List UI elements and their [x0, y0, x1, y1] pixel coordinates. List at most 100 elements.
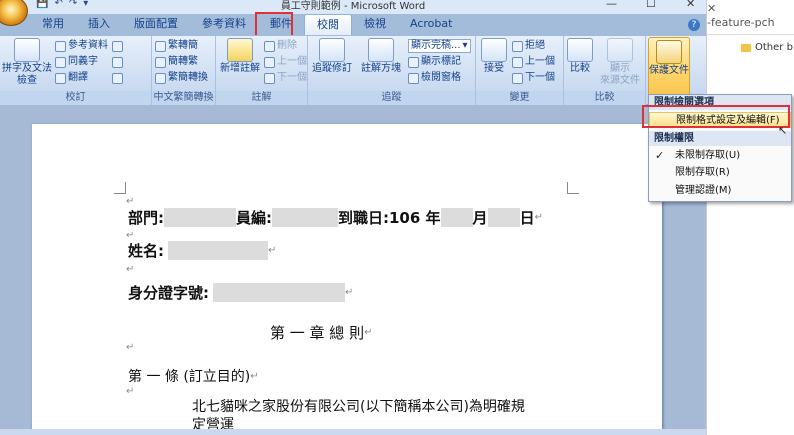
- body-text: 北七貓咪之家股份有限公司(以下簡稱本公司)為明確規: [192, 396, 525, 416]
- show-markup-button[interactable]: 顯示標記: [408, 55, 461, 69]
- prev-comment-icon: [264, 56, 275, 68]
- title-bar: 員工守則範例 - Microsoft Word 💾 ↶ ↷ ▾ — ☐ ✕: [0, 0, 706, 14]
- research-icon: [55, 40, 66, 52]
- delete-comment-button[interactable]: 刪除: [264, 39, 297, 53]
- customize-qat-icon[interactable]: ▾: [83, 0, 88, 9]
- minimize-icon[interactable]: —: [606, 0, 617, 10]
- undo-icon[interactable]: ↶: [54, 0, 62, 9]
- bookmark-other[interactable]: Other b: [741, 42, 793, 53]
- new-comment-icon: [227, 38, 253, 62]
- menu-header-restrict-permission: 限制權限: [649, 131, 791, 146]
- paragraph-mark: ↵: [345, 287, 354, 298]
- compare-button[interactable]: 比較: [566, 38, 594, 75]
- lock-document-icon: [656, 40, 682, 64]
- id-number-label: 身分證字號:: [128, 284, 209, 302]
- track-changes-icon: [319, 38, 345, 62]
- paragraph-mark: ↵: [126, 386, 135, 397]
- save-icon[interactable]: 💾: [36, 0, 48, 9]
- next-change-button[interactable]: 下一個: [512, 71, 555, 85]
- tab-page-layout[interactable]: 版面配置: [122, 14, 190, 35]
- browser-url-text[interactable]: -feature-pch: [707, 16, 775, 29]
- paragraph-mark: ↵: [250, 370, 259, 382]
- background-browser: ✕ -feature-pch Other b: [706, 0, 794, 435]
- reject-icon: [512, 40, 523, 52]
- set-language-button[interactable]: [112, 71, 123, 85]
- language-button[interactable]: [112, 55, 123, 69]
- paragraph-mark: ↵: [126, 264, 135, 275]
- crop-mark: [114, 182, 126, 194]
- menu-item-manage-credentials[interactable]: 管理認證(M): [649, 183, 791, 199]
- simp-to-trad-icon: [155, 56, 166, 68]
- redacted-field: [440, 208, 473, 227]
- hire-date-label: 到職日:: [338, 209, 389, 227]
- tab-home[interactable]: 常用: [30, 14, 76, 35]
- menu-item-restricted[interactable]: 限制存取(R): [649, 165, 791, 181]
- mouse-cursor-icon: ↖: [778, 124, 788, 137]
- tab-view[interactable]: 檢視: [352, 14, 398, 35]
- article-text: 第 一 條 (訂立目的): [128, 369, 251, 385]
- office-button[interactable]: [0, 0, 28, 26]
- balloons-button[interactable]: 註解方塊: [356, 38, 406, 75]
- trad-to-simp-button[interactable]: 繁轉簡: [155, 39, 198, 53]
- dept-label: 部門:: [128, 209, 164, 227]
- document-page[interactable]: ↵ 部門: 員編: 到職日: 106 年 月 日 ↵ ↵ 姓名: ↵ ↵ 身分證…: [32, 124, 662, 429]
- paragraph-mark: ↵: [534, 212, 543, 223]
- paragraph-mark: ↵: [268, 245, 277, 256]
- reject-button[interactable]: 拒絕: [512, 39, 545, 53]
- next-change-icon: [512, 72, 523, 84]
- emp-id-label: 員編:: [236, 209, 272, 227]
- word-count-icon: [112, 40, 123, 52]
- word-count-button[interactable]: [112, 39, 123, 53]
- reviewing-pane-icon: [408, 72, 419, 84]
- tab-references[interactable]: 參考資料: [190, 14, 258, 35]
- tab-acrobat[interactable]: Acrobat: [398, 14, 464, 35]
- close-icon[interactable]: ✕: [686, 0, 695, 10]
- convert-icon: [155, 72, 166, 84]
- day-label: 日: [519, 209, 535, 227]
- chapter-heading: 第 一 章 總 則 ↵: [270, 322, 372, 343]
- year-label: 106 年: [389, 209, 441, 227]
- redo-icon[interactable]: ↷: [69, 0, 77, 9]
- tab-review[interactable]: 校閱: [304, 14, 352, 35]
- next-comment-button[interactable]: 下一個: [264, 71, 307, 85]
- review-tab-highlight: [255, 12, 293, 37]
- reviewing-pane-button[interactable]: 檢閱窗格: [408, 71, 461, 85]
- spellcheck-icon: [14, 38, 40, 62]
- accept-icon: [481, 38, 507, 62]
- redacted-field: [272, 208, 338, 227]
- doc-line-name: 姓名: ↵: [128, 240, 276, 261]
- help-icon[interactable]: ?: [688, 19, 700, 31]
- research-button[interactable]: 參考資料: [55, 39, 108, 53]
- prev-comment-button[interactable]: 上一個: [264, 55, 307, 69]
- group-label-changes: 變更: [476, 91, 563, 105]
- menu-item-highlight: [642, 105, 790, 128]
- simp-to-trad-button[interactable]: 簡轉繁: [155, 55, 198, 69]
- spelling-button[interactable]: 拼字及文法 檢查: [2, 38, 52, 87]
- group-compare: 比較 顯示 來源文件 比較: [564, 36, 646, 105]
- menu-item-unrestricted[interactable]: ✓ 未限制存取(U): [649, 148, 791, 164]
- show-source-icon: [607, 38, 633, 62]
- body-text-line1: 北七貓咪之家股份有限公司(以下簡稱本公司)為明確規: [192, 399, 525, 415]
- month-label: 月: [472, 209, 488, 227]
- convert-button[interactable]: 繁簡轉換: [155, 71, 208, 85]
- translate-button[interactable]: 翻譯: [55, 71, 88, 85]
- maximize-icon[interactable]: ☐: [646, 0, 656, 10]
- show-source-button[interactable]: 顯示 來源文件: [596, 38, 644, 87]
- browser-close-icon[interactable]: ✕: [707, 2, 716, 15]
- window-title: 員工守則範例 - Microsoft Word: [280, 1, 426, 12]
- set-language-icon: [112, 72, 123, 84]
- quick-access-toolbar: 💾 ↶ ↷ ▾: [36, 0, 88, 9]
- next-comment-icon: [264, 72, 275, 84]
- tab-insert[interactable]: 插入: [76, 14, 122, 35]
- display-for-review-select[interactable]: 顯示完稿... ▾: [408, 39, 471, 53]
- new-comment-button[interactable]: 新增註解: [218, 38, 262, 75]
- paragraph-mark: ↵: [126, 196, 135, 207]
- group-chinese-conversion: 繁轉簡 簡轉繁 繁簡轉換 中文繁簡轉換: [152, 36, 216, 105]
- protect-document-inner: 保護文件: [649, 40, 689, 77]
- prev-change-button[interactable]: 上一個: [512, 55, 555, 69]
- accept-button[interactable]: 接受: [478, 38, 510, 75]
- group-label-compare: 比較: [564, 91, 645, 105]
- crop-mark: [567, 182, 579, 194]
- track-changes-button[interactable]: 追蹤修訂: [310, 38, 354, 75]
- thesaurus-button[interactable]: 同義字: [55, 55, 98, 69]
